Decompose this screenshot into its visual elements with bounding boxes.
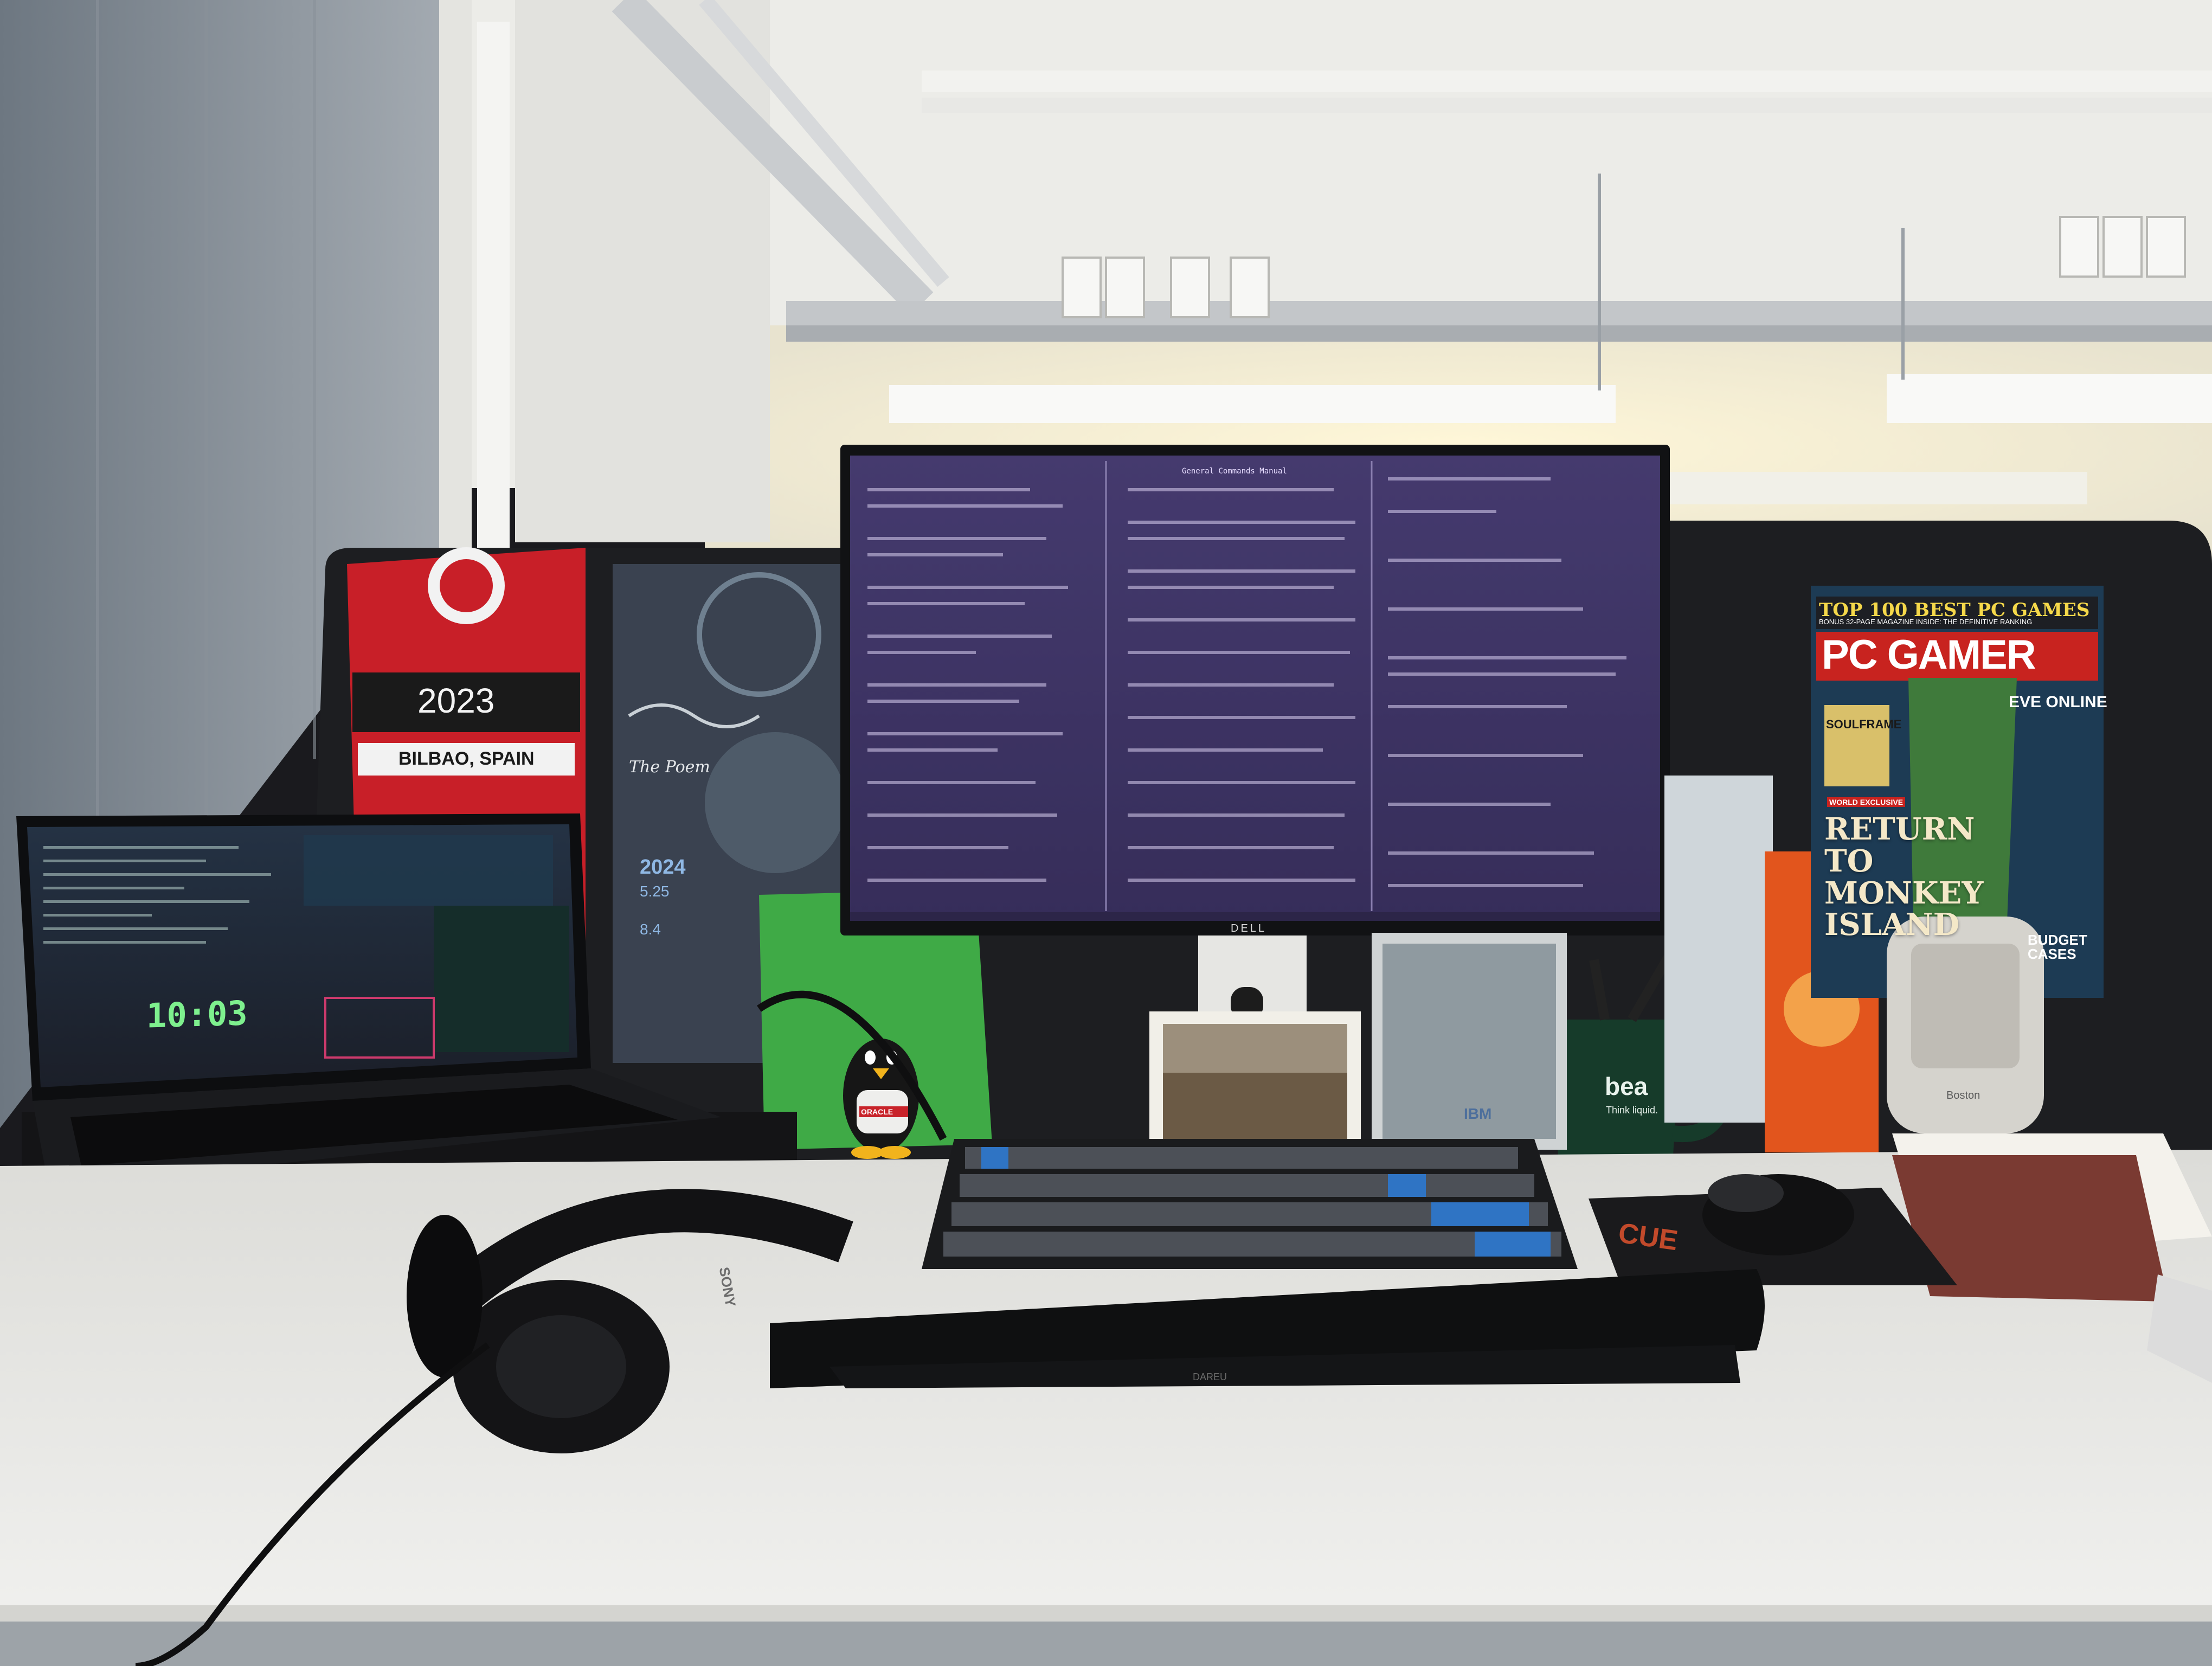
desk-setup-photo: 2023 BILBAO, SPAIN The Poem 2024 5.25 8.… [0, 0, 2212, 1666]
tux-ibm-badge: IBM [1464, 1105, 1492, 1122]
book [1664, 776, 1773, 1123]
monitor-manual-header: General Commands Manual [1182, 467, 1287, 476]
magazine-subline: BONUS 32-PAGE MAGAZINE INSIDE: THE DEFIN… [1819, 618, 2033, 626]
mug-tagline: Think liquid. [1606, 1105, 1658, 1116]
scarf-city: BILBAO, SPAIN [398, 748, 535, 769]
magazine-headline: TOP 100 BEST PC GAMES [1819, 599, 2090, 621]
speaker-brand: Boston [1946, 1090, 1980, 1101]
poster-year: 2024 [640, 856, 686, 879]
scarf-year: 2023 [417, 681, 495, 720]
window-frame [439, 0, 472, 553]
poster-signature: The Poem [629, 758, 710, 777]
laptop-clock: 10:03 [146, 993, 248, 1036]
mug-logo: bea [1605, 1072, 1648, 1100]
magazine-cover-story: RETURN TO MONKEY ISLAND [1824, 811, 1984, 943]
magazine-masthead: PC GAMER [1822, 632, 2036, 678]
ceiling-beam [922, 71, 2212, 92]
figurine-oracle-label: ORACLE [861, 1107, 893, 1116]
ceiling-light [889, 385, 1616, 423]
wrist-rest-brand: DAREU [1193, 1372, 1227, 1382]
poster-date-end: 8.4 [640, 921, 661, 938]
monitor-brand: DELL [1231, 922, 1267, 934]
laptop-monitor-panel [434, 906, 569, 1052]
magazine-side-story-2: SOULFRAME [1826, 717, 1902, 731]
magazine-side-story-1: EVE ONLINE [2009, 693, 2107, 711]
vertical-pipe [477, 22, 510, 575]
poster-date-start: 5.25 [640, 883, 670, 900]
magazine-side-story-3: BUDGET CASES [2028, 932, 2087, 962]
pillar [515, 0, 770, 542]
magazine-exclusive: WORLD EXCLUSIVE [1827, 797, 1906, 807]
mousepad-logo: CUE [1616, 1217, 1680, 1257]
